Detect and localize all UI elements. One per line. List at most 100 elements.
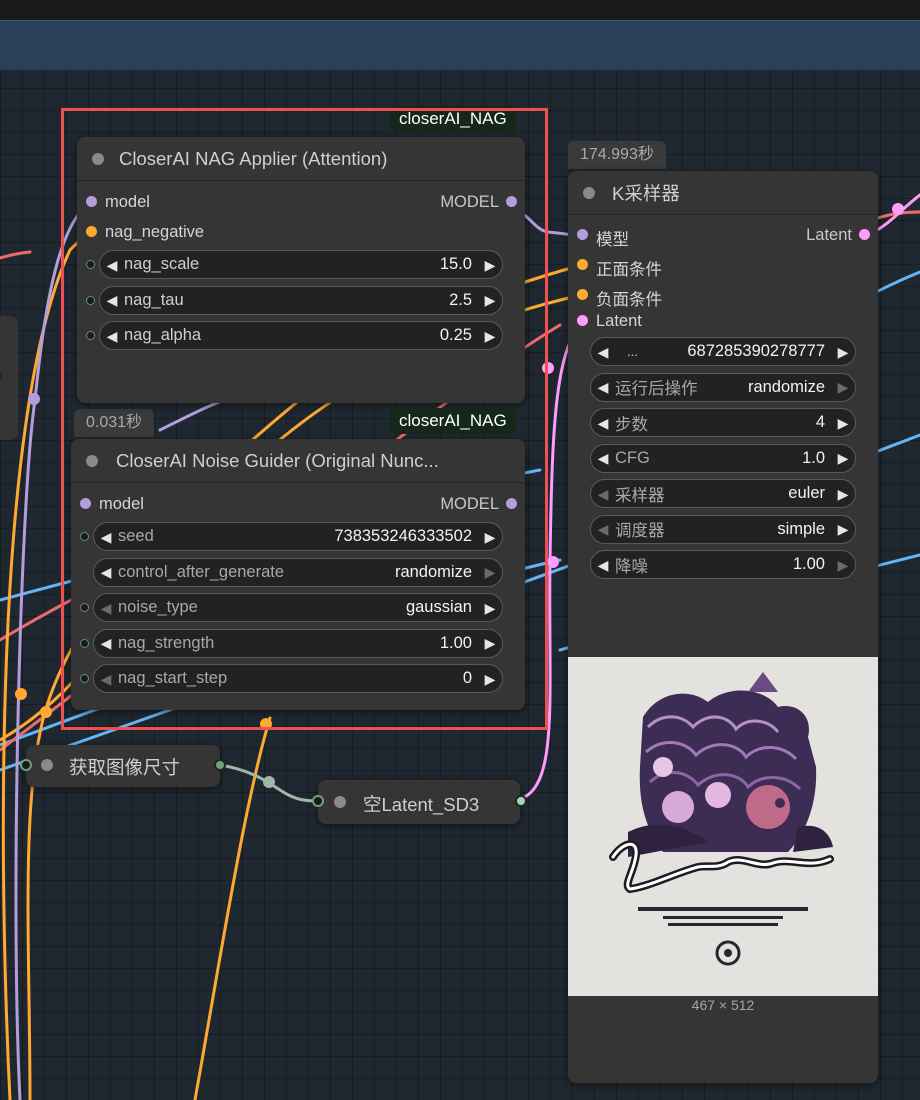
increment-arrow-icon[interactable]: ▶ [831, 522, 855, 536]
increment-arrow-icon[interactable]: ▶ [478, 329, 502, 343]
widget-seed[interactable]: ◀ seed 738353246333502 ▶ [71, 519, 525, 555]
number-widget[interactable]: ◀ 降噪 1.00 ▶ [590, 550, 856, 579]
widget-value[interactable]: 738353246333502 [154, 527, 478, 546]
widget-value[interactable]: gaussian [198, 598, 478, 617]
widget-value[interactable]: simple [665, 520, 832, 539]
widget-denoise[interactable]: ◀ 降噪 1.00 ▶ [568, 547, 878, 583]
widget-cfg[interactable]: ◀ CFG 1.0 ▶ [568, 441, 878, 477]
noise-guider-node[interactable]: CloserAI Noise Guider (Original Nunc... … [71, 439, 525, 710]
widget-input-slot[interactable] [80, 674, 89, 683]
widget-value[interactable]: 1.00 [214, 634, 478, 653]
widget-input-slot[interactable] [86, 331, 95, 340]
widget-nag-strength[interactable]: ◀ nag_strength 1.00 ▶ [71, 626, 525, 662]
input-row-negative[interactable]: 负面条件 [568, 280, 878, 310]
increment-arrow-icon[interactable]: ▶ [478, 636, 502, 650]
widget-control-after-generate[interactable]: ◀ 运行后操作 randomize ▶ [568, 370, 878, 406]
decrement-arrow-icon[interactable]: ◀ [100, 329, 124, 343]
combo-widget[interactable]: ◀ noise_type gaussian ▶ [93, 593, 503, 622]
widget-input-slot[interactable] [86, 260, 95, 269]
combo-widget[interactable]: ◀ control_after_generate randomize ▶ [93, 557, 503, 587]
widget-value[interactable]: 4 [648, 413, 831, 432]
model-output-dot[interactable] [0, 370, 2, 382]
widget-steps[interactable]: ◀ 步数 4 ▶ [568, 405, 878, 441]
widget-value[interactable]: 687285390278777 [638, 342, 831, 361]
model-input-dot[interactable] [80, 498, 91, 509]
input-row-nag-negative[interactable]: nag_negative [77, 217, 525, 247]
image-input-dot[interactable] [20, 759, 32, 771]
latent-output-dot[interactable] [515, 795, 527, 807]
model-output-dot[interactable] [506, 196, 517, 207]
number-widget[interactable]: ◀ nag_tau 2.5 ▶ [99, 285, 503, 315]
nag-applier-node[interactable]: CloserAI NAG Applier (Attention) model M… [77, 137, 525, 403]
number-widget[interactable]: ◀ ... 687285390278777 ▶ [590, 337, 856, 366]
ksampler-header[interactable]: K采样器 [568, 171, 878, 215]
combo-widget[interactable]: ◀ 运行后操作 randomize ▶ [590, 372, 856, 402]
decrement-arrow-icon[interactable]: ◀ [591, 416, 615, 430]
model-output-dot[interactable] [506, 498, 517, 509]
widget-value[interactable]: randomize [698, 378, 832, 397]
increment-arrow-icon[interactable]: ▶ [831, 558, 855, 572]
increment-arrow-icon[interactable]: ▶ [478, 258, 502, 272]
conditioning-input-dot[interactable] [577, 259, 588, 270]
number-widget[interactable]: ◀ nag_start_step 0 ▶ [93, 664, 503, 693]
increment-arrow-icon[interactable]: ▶ [831, 380, 855, 394]
collapse-toggle-icon[interactable] [334, 796, 346, 808]
number-widget[interactable]: ◀ nag_alpha 0.25 ▶ [99, 321, 503, 350]
widget-value[interactable]: randomize [284, 563, 478, 582]
widget-value[interactable]: 15.0 [199, 255, 478, 274]
widget-nag-scale[interactable]: ◀ nag_scale 15.0 ▶ [77, 247, 525, 283]
get-image-size-node[interactable]: 获取图像尺寸 [20, 745, 226, 787]
number-widget[interactable]: ◀ seed 738353246333502 ▶ [93, 522, 503, 551]
increment-arrow-icon[interactable]: ▶ [478, 565, 502, 579]
number-widget[interactable]: ◀ CFG 1.0 ▶ [590, 443, 856, 473]
widget-input-slot[interactable] [86, 295, 95, 305]
conditioning-input-dot[interactable] [86, 226, 97, 237]
increment-arrow-icon[interactable]: ▶ [478, 672, 502, 686]
decrement-arrow-icon[interactable]: ◀ [591, 558, 615, 572]
combo-widget[interactable]: ◀ 采样器 euler ▶ [590, 479, 856, 508]
output-image-preview[interactable] [568, 657, 878, 996]
latent-input-dot[interactable] [577, 315, 588, 326]
combo-widget[interactable]: ◀ 调度器 simple ▶ [590, 514, 856, 544]
widget-value[interactable]: 0 [227, 669, 478, 688]
decrement-arrow-icon[interactable]: ◀ [94, 636, 118, 650]
collapse-toggle-icon[interactable] [41, 759, 53, 771]
widget-scheduler[interactable]: ◀ 调度器 simple ▶ [568, 512, 878, 548]
nag-applier-header[interactable]: CloserAI NAG Applier (Attention) [77, 137, 525, 181]
int-input-dot[interactable] [312, 795, 324, 807]
increment-arrow-icon[interactable]: ▶ [478, 601, 502, 615]
offscreen-node[interactable] [0, 316, 18, 440]
increment-arrow-icon[interactable]: ▶ [831, 416, 855, 430]
decrement-arrow-icon[interactable]: ◀ [94, 672, 118, 686]
widget-seed[interactable]: ◀ ... 687285390278777 ▶ [568, 334, 878, 370]
input-row-model[interactable]: 模型 Latent [568, 220, 878, 250]
input-row-latent[interactable]: Latent [568, 310, 878, 334]
input-row-positive[interactable]: 正面条件 [568, 250, 878, 280]
collapse-toggle-icon[interactable] [583, 187, 595, 199]
increment-arrow-icon[interactable]: ▶ [478, 293, 502, 307]
widget-nag-tau[interactable]: ◀ nag_tau 2.5 ▶ [77, 283, 525, 319]
decrement-arrow-icon[interactable]: ◀ [591, 345, 615, 359]
number-widget[interactable]: ◀ nag_strength 1.00 ▶ [93, 628, 503, 658]
widget-value[interactable]: 0.25 [201, 326, 478, 345]
input-row-model[interactable]: model MODEL [77, 187, 525, 217]
increment-arrow-icon[interactable]: ▶ [831, 345, 855, 359]
increment-arrow-icon[interactable]: ▶ [478, 530, 502, 544]
widget-nag-start-step[interactable]: ◀ nag_start_step 0 ▶ [71, 661, 525, 697]
decrement-arrow-icon[interactable]: ◀ [591, 522, 615, 536]
input-row-model[interactable]: model MODEL [71, 489, 525, 519]
decrement-arrow-icon[interactable]: ◀ [100, 258, 124, 272]
number-widget[interactable]: ◀ nag_scale 15.0 ▶ [99, 250, 503, 279]
decrement-arrow-icon[interactable]: ◀ [591, 380, 615, 394]
increment-arrow-icon[interactable]: ▶ [831, 451, 855, 465]
widget-sampler[interactable]: ◀ 采样器 euler ▶ [568, 476, 878, 512]
conditioning-input-dot[interactable] [577, 289, 588, 300]
model-input-dot[interactable] [86, 196, 97, 207]
decrement-arrow-icon[interactable]: ◀ [94, 565, 118, 579]
widget-value[interactable]: 1.0 [650, 449, 831, 468]
int-output-dot[interactable] [214, 759, 226, 771]
ksampler-node[interactable]: K采样器 模型 Latent 正面条件 负面条件 Latent ◀ ... 68… [568, 171, 878, 1083]
widget-input-slot[interactable] [80, 603, 89, 612]
widget-value[interactable]: 1.00 [648, 555, 831, 574]
collapse-toggle-icon[interactable] [92, 153, 104, 165]
